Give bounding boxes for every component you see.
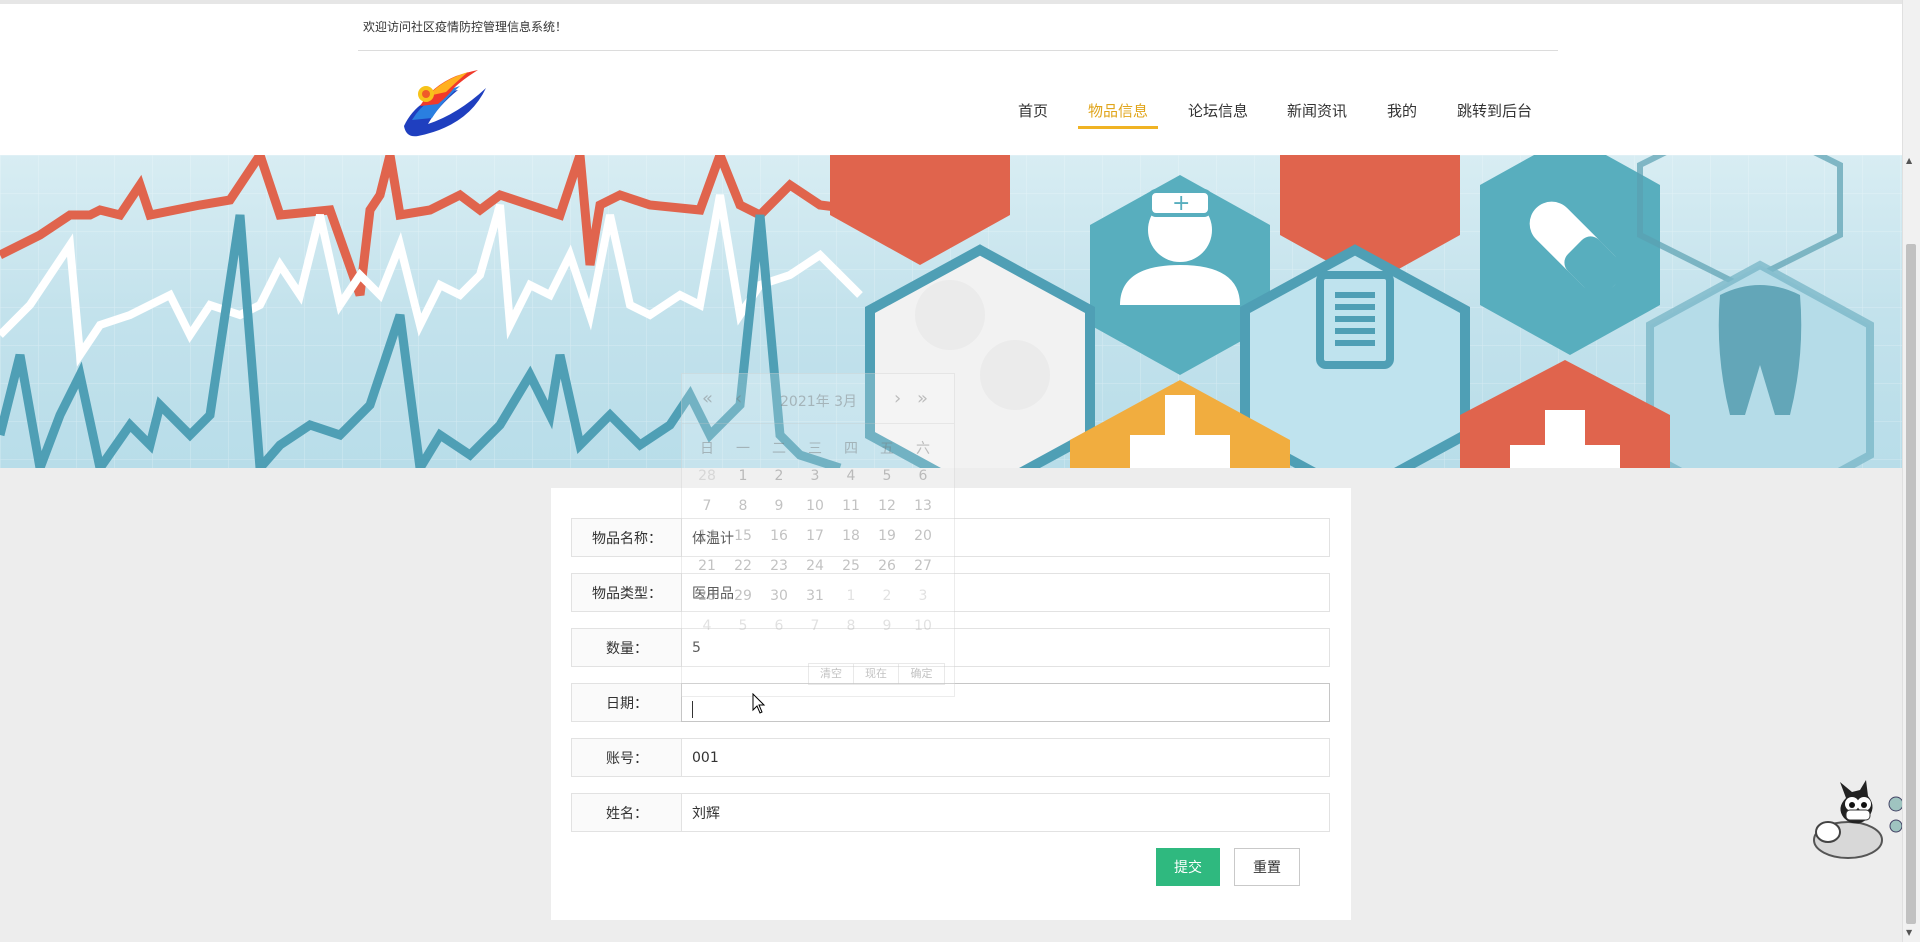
date-picker-year-month[interactable]: 2021年 3月 (780, 391, 857, 411)
date-picker-popup: « ‹ 2021年 3月 › » 日一二三四五六 28 1 2 3 4 5 6 7 8 9 10 11 1… (681, 373, 955, 697)
calendar-day[interactable]: 28 (689, 588, 725, 604)
calendar-day[interactable]: 7 (797, 618, 833, 634)
calendar-day[interactable]: 6 (761, 618, 797, 634)
calendar-day[interactable]: 8 (725, 498, 761, 514)
calendar-day[interactable]: 3 (905, 588, 941, 604)
calendar-day[interactable]: 5 (725, 618, 761, 634)
calendar-day[interactable]: 30 (761, 588, 797, 604)
nav-forum[interactable]: 论坛信息 (1188, 100, 1248, 121)
calendar-day[interactable]: 1 (725, 468, 761, 484)
calendar-day[interactable]: 20 (905, 528, 941, 544)
calendar-day[interactable]: 10 (797, 498, 833, 514)
calendar-day[interactable]: 21 (689, 558, 725, 574)
date-now-button[interactable]: 现在 (854, 664, 899, 684)
calendar-day[interactable]: 3 (797, 468, 833, 484)
nav-mine[interactable]: 我的 (1387, 100, 1417, 121)
weekday-header: 一 (736, 441, 750, 457)
item-type-label: 物品类型： (571, 573, 682, 612)
form-row-account: 账号： (571, 738, 1330, 777)
calendar-day[interactable]: 22 (725, 558, 761, 574)
calendar-day[interactable]: 2 (869, 588, 905, 604)
next-year-icon[interactable]: » (917, 388, 928, 409)
calendar-day[interactable]: 26 (869, 558, 905, 574)
calendar-day[interactable]: 8 (833, 618, 869, 634)
nav-news[interactable]: 新闻资讯 (1287, 100, 1347, 121)
scroll-up-icon[interactable]: ▲ (1906, 156, 1912, 165)
calendar-day[interactable]: 27 (905, 558, 941, 574)
site-logo[interactable] (398, 66, 492, 141)
item-name-label: 物品名称： (571, 518, 682, 557)
nav-home[interactable]: 首页 (1018, 100, 1048, 121)
weekday-header: 二 (772, 441, 786, 457)
calendar-day[interactable]: 5 (869, 468, 905, 484)
date-picker-footer: 清空 现在 确定 (808, 663, 945, 685)
scrollbar-thumb[interactable] (1906, 244, 1916, 924)
weekday-header: 六 (916, 441, 930, 457)
calendar-day[interactable]: 4 (689, 618, 725, 634)
site-header: 欢迎访问社区疫情防控管理信息系统！ 首页 物品信息 论坛信息 新闻资讯 我的 跳… (0, 0, 1902, 155)
calendar-day[interactable]: 15 (725, 528, 761, 544)
calendar-day[interactable]: 29 (725, 588, 761, 604)
calendar-day[interactable]: 25 (833, 558, 869, 574)
nav-items-info[interactable]: 物品信息 (1088, 100, 1148, 121)
calendar-day[interactable]: 11 (833, 498, 869, 514)
prev-month-icon[interactable]: ‹ (735, 388, 742, 409)
name-input[interactable] (681, 793, 1330, 832)
quantity-label: 数量： (571, 628, 682, 667)
prev-year-icon[interactable]: « (702, 388, 713, 409)
date-clear-button[interactable]: 清空 (809, 664, 854, 684)
calendar-day[interactable]: 6 (905, 468, 941, 484)
reset-button[interactable]: 重置 (1234, 848, 1300, 886)
calendar-day[interactable]: 2 (761, 468, 797, 484)
name-label: 姓名： (571, 793, 682, 832)
mouse-cursor-icon (752, 693, 766, 714)
calendar-day[interactable]: 18 (833, 528, 869, 544)
scroll-down-icon[interactable]: ▼ (1906, 928, 1912, 937)
calendar-day[interactable]: 1 (833, 588, 869, 604)
calendar-day[interactable]: 31 (797, 588, 833, 604)
calendar-day[interactable]: 9 (761, 498, 797, 514)
calendar-day[interactable]: 14 (689, 528, 725, 544)
welcome-text: 欢迎访问社区疫情防控管理信息系统！ (363, 20, 568, 34)
calendar-day[interactable]: 23 (761, 558, 797, 574)
weekday-header: 五 (880, 441, 894, 457)
calendar-day[interactable]: 7 (689, 498, 725, 514)
account-input[interactable] (681, 738, 1330, 777)
calendar-day[interactable]: 28 (689, 468, 725, 484)
date-confirm-button[interactable]: 确定 (899, 664, 944, 684)
date-label: 日期： (571, 683, 682, 722)
weekday-header: 日 (700, 441, 714, 457)
nav-admin[interactable]: 跳转到后台 (1457, 100, 1532, 121)
calendar-day[interactable]: 9 (869, 618, 905, 634)
calendar-day[interactable]: 17 (797, 528, 833, 544)
account-label: 账号： (571, 738, 682, 777)
header-divider (358, 50, 1558, 51)
form-row-name: 姓名： (571, 793, 1330, 832)
weekday-header: 三 (808, 441, 822, 457)
calendar-day[interactable]: 16 (761, 528, 797, 544)
weekday-header: 四 (844, 441, 858, 457)
nav-active-indicator (1078, 126, 1158, 129)
mascot-cat-icon[interactable] (1808, 780, 1902, 862)
top-border (0, 0, 1902, 4)
calendar-day[interactable]: 4 (833, 468, 869, 484)
calendar-day[interactable]: 13 (905, 498, 941, 514)
calendar-day[interactable]: 10 (905, 618, 941, 634)
calendar-day[interactable]: 24 (797, 558, 833, 574)
text-caret (692, 701, 693, 718)
calendar-day[interactable]: 12 (869, 498, 905, 514)
date-picker-header: « ‹ 2021年 3月 › » (682, 374, 954, 424)
svg-text:+: + (1172, 191, 1190, 216)
submit-button[interactable]: 提交 (1156, 848, 1220, 886)
calendar-day[interactable]: 19 (869, 528, 905, 544)
next-month-icon[interactable]: › (894, 388, 901, 409)
